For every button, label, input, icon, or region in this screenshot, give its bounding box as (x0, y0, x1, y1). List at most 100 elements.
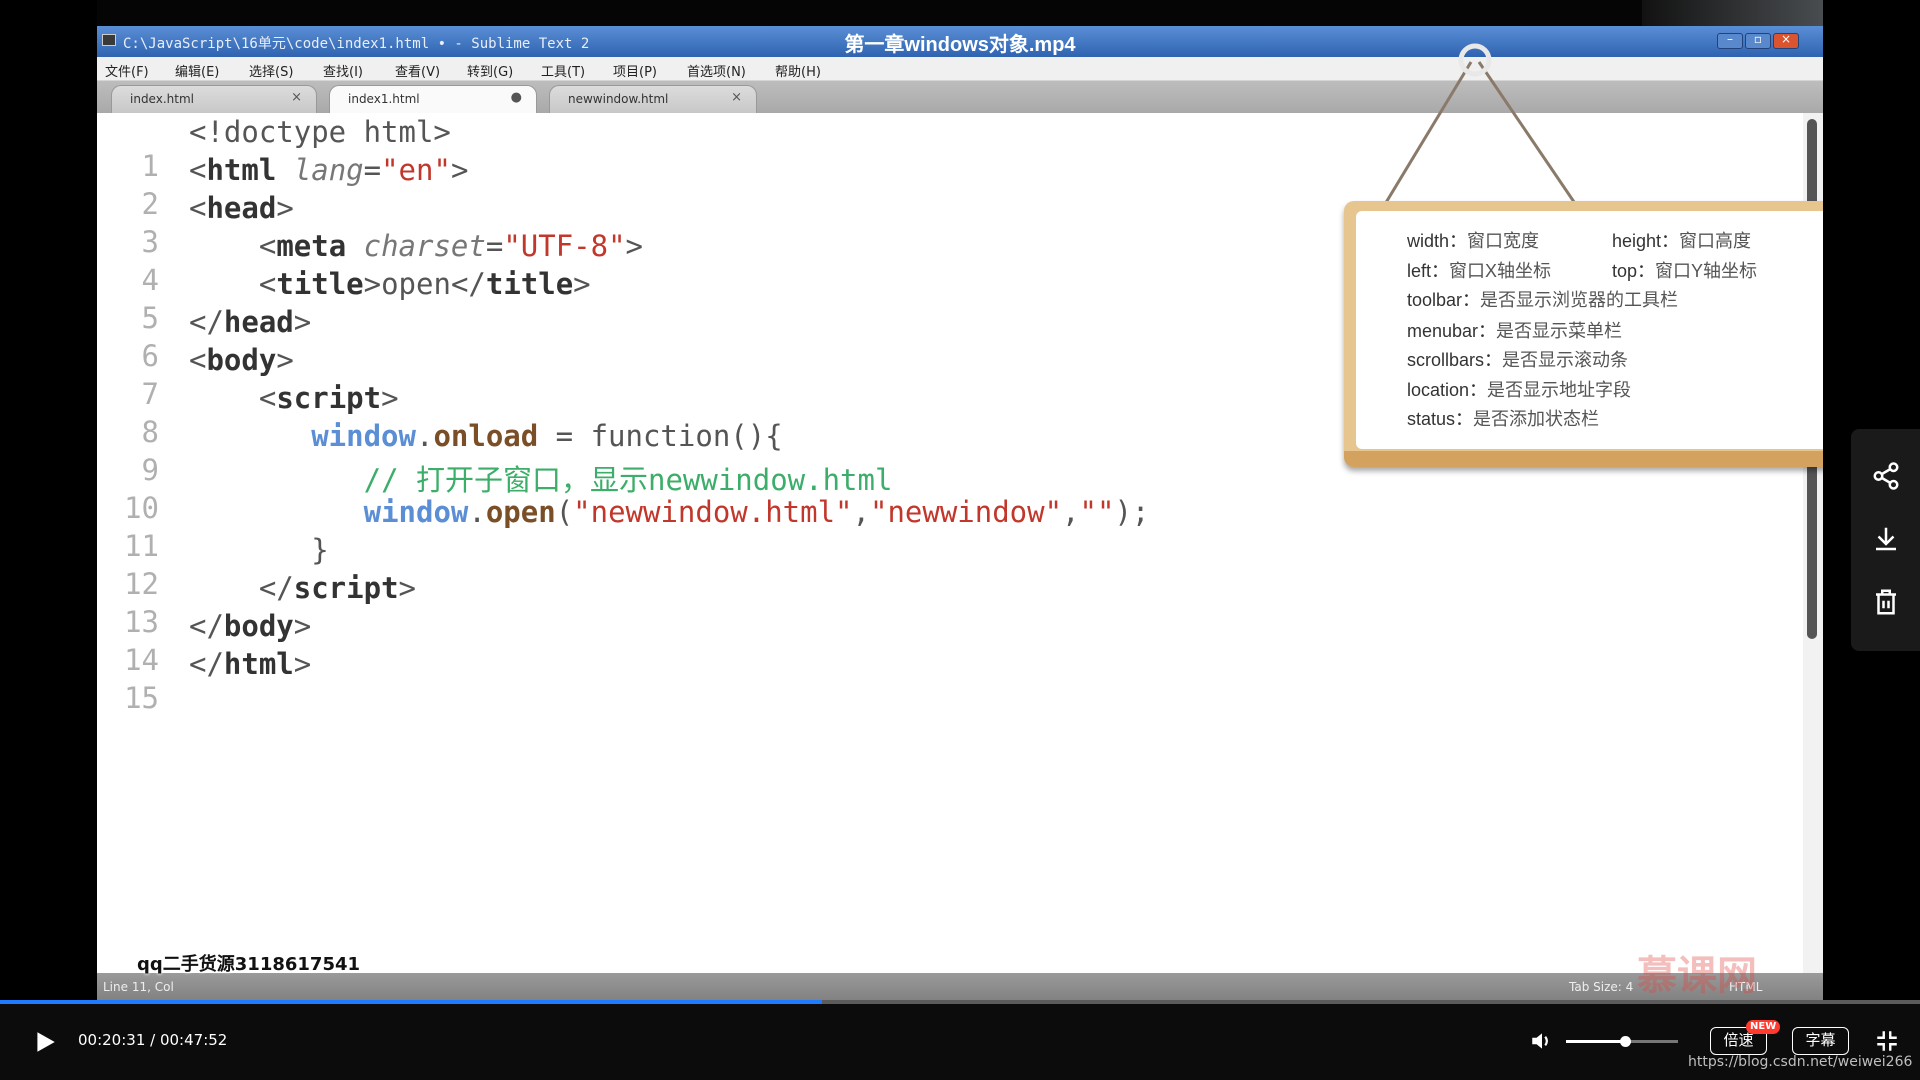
code-line: 11 window.open("newwindow.html","newwind… (97, 495, 1787, 563)
board-frame-bottom (1344, 451, 1823, 467)
param-desc: 窗口高度 (1679, 231, 1752, 251)
sublime-statusbar: Line 11, Col Tab Size: 4 HTML (97, 973, 1823, 1003)
board-row: location：是否显示地址字段 (1407, 376, 1631, 402)
code-token: onload (433, 419, 539, 453)
param-desc: 窗口宽度 (1467, 231, 1540, 251)
tab-label: newwindow.html (568, 92, 669, 106)
param-name: scrollbars： (1407, 350, 1503, 370)
code-text: // 打开子窗口，显示newwindow.html (189, 457, 893, 499)
code-token: "en" (381, 153, 451, 187)
subtitle-button[interactable]: 字幕 (1792, 1027, 1849, 1055)
code-token: } (311, 533, 329, 567)
volume-slider[interactable] (1566, 1036, 1678, 1047)
code-token: ); (1114, 495, 1150, 529)
menu-edit[interactable]: 编辑(E) (175, 61, 219, 80)
volume-icon[interactable] (1528, 1028, 1556, 1054)
code-text: </head> (189, 305, 311, 339)
code-text: <head> (189, 191, 294, 225)
overlay-text: qq二手货源3118617541 (137, 954, 361, 975)
code-token: , (852, 495, 870, 529)
param-desc: 是否显示地址字段 (1487, 380, 1632, 400)
menu-find[interactable]: 查找(I) (323, 61, 363, 80)
code-token: meta (276, 229, 347, 263)
menu-goto[interactable]: 转到(G) (467, 61, 513, 80)
code-token: head (206, 191, 277, 225)
code-line: 14 </body> (97, 609, 1787, 677)
board-row: menubar：是否显示菜单栏 (1407, 317, 1622, 343)
code-token: window (363, 495, 469, 529)
new-badge: NEW (1746, 1020, 1781, 1034)
player-controls: 00:20:31 / 00:47:52 倍速 NEW 字幕 (0, 1004, 1920, 1080)
menu-project[interactable]: 项目(P) (613, 61, 657, 80)
line-number: 15 (124, 681, 159, 715)
board-row: left：窗口X轴坐标 (1407, 257, 1551, 283)
duration: 00:47:52 (159, 1031, 228, 1049)
share-icon[interactable] (1871, 461, 1901, 491)
code-token: "newwindow.html" (573, 495, 853, 529)
code-token: head (223, 305, 294, 339)
tab-label: index.html (130, 92, 194, 106)
volume-handle[interactable] (1620, 1036, 1632, 1047)
code-token: "" (1079, 495, 1115, 529)
code-token: > (276, 191, 294, 225)
param-desc: 是否显示滚动条 (1502, 350, 1629, 370)
board-row: scrollbars：是否显示滚动条 (1407, 346, 1628, 372)
code-token: < (189, 191, 207, 225)
trash-icon[interactable] (1871, 587, 1901, 617)
play-icon[interactable] (32, 1028, 58, 1056)
param-desc: 是否显示菜单栏 (1496, 321, 1623, 341)
parameter-board: width：窗口宽度 height：窗口高度 left：窗口X轴坐标 top：窗… (1344, 201, 1823, 467)
menu-file[interactable]: 文件(F) (105, 61, 149, 80)
code-comment: // 打开子窗口，显示newwindow.html (363, 463, 893, 497)
video-top-strip (97, 0, 1823, 26)
tab-label: index1.html (348, 92, 420, 106)
code-token: </ (189, 609, 224, 643)
code-token: > (398, 571, 416, 605)
code-token: > (450, 153, 469, 187)
code-token: > (573, 267, 591, 301)
code-text: window.onload = function(){ (189, 419, 782, 453)
code-text: window.open("newwindow.html","newwindow"… (189, 495, 1150, 529)
code-token: . (415, 419, 434, 453)
code-token: </ (189, 305, 224, 339)
download-icon[interactable] (1871, 524, 1901, 554)
menu-select[interactable]: 选择(S) (249, 61, 293, 80)
code-token: body (206, 343, 277, 377)
code-token: ( (555, 495, 574, 529)
code-token: lang (293, 153, 364, 187)
time-display: 00:20:31 / 00:47:52 (78, 1031, 227, 1049)
menu-tools[interactable]: 工具(T) (541, 61, 585, 80)
exit-fullscreen-icon[interactable] (1874, 1028, 1900, 1054)
tab-modified-icon[interactable]: ● (511, 90, 522, 105)
status-tab-size[interactable]: Tab Size: 4 (1569, 980, 1633, 994)
code-line: 12 } (97, 533, 1787, 601)
hanging-string-left (1371, 61, 1473, 225)
code-token: > (625, 229, 643, 263)
code-text: <!doctype html> (189, 115, 451, 149)
code-text: <html lang="en"> (189, 153, 468, 187)
code-text: </body> (189, 609, 311, 643)
source-url: https://blog.csdn.net/weiwei266 (1688, 1054, 1913, 1070)
param-name: menubar： (1407, 321, 1497, 341)
video-frame[interactable]: C:\JavaScript\16单元\code\index1.html • - … (97, 0, 1823, 1003)
tab-index1[interactable]: index1.html ● (329, 85, 537, 113)
code-token: = (485, 229, 504, 263)
code-text: <body> (189, 343, 294, 377)
tab-index[interactable]: index.html × (111, 85, 317, 113)
code-token: charset (363, 229, 486, 263)
menu-preferences[interactable]: 首选项(N) (687, 61, 746, 80)
tab-close-icon[interactable]: × (731, 90, 742, 105)
code-line: 15 </html> (97, 647, 1787, 715)
menu-view[interactable]: 查看(V) (395, 61, 440, 80)
tab-newwindow[interactable]: newwindow.html × (549, 85, 757, 113)
code-token: body (223, 609, 294, 643)
code-token: > (276, 343, 294, 377)
code-token: . (468, 495, 486, 529)
tab-close-icon[interactable]: × (291, 90, 302, 105)
code-token: title (276, 267, 364, 301)
code-text: </html> (189, 647, 311, 681)
video-player: C:\JavaScript\16单元\code\index1.html • - … (0, 0, 1920, 1080)
code-token: html (223, 647, 294, 681)
code-text: </script> (189, 571, 416, 605)
menu-help[interactable]: 帮助(H) (775, 61, 821, 80)
